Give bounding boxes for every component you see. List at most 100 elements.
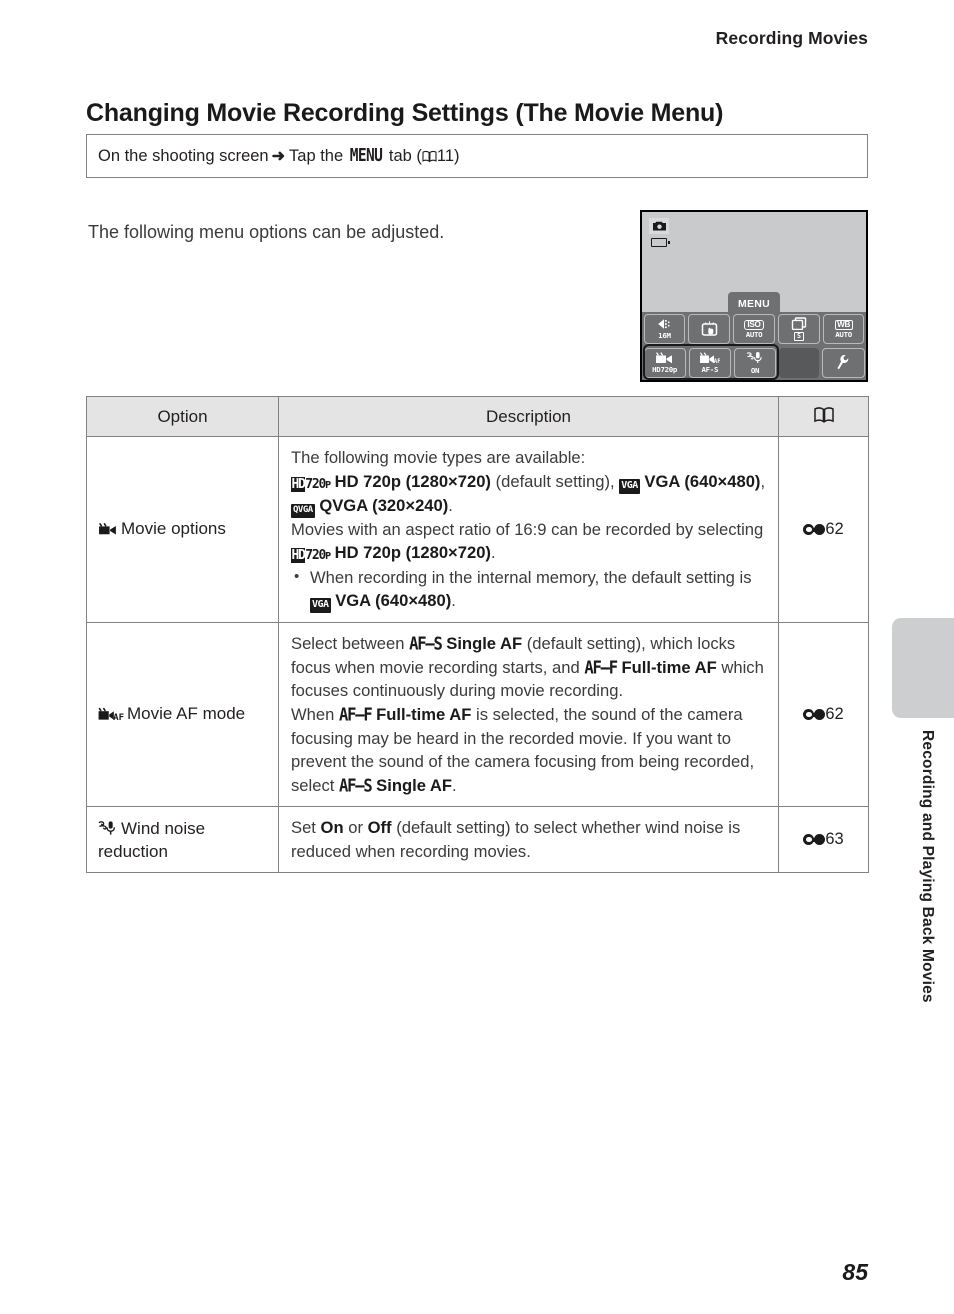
hd720p-bold-2: HD 720p (1280×720) (334, 543, 491, 563)
movie-camera-icon (98, 520, 118, 541)
camera-screen-live-view: MENU (642, 212, 866, 316)
qvga-period: . (448, 495, 453, 515)
camera-cell-blank (779, 348, 820, 378)
camera-icon (649, 218, 669, 234)
camera-cell-wind-noise[interactable]: ON (733, 348, 777, 378)
af-f-glyph: AF–F (338, 704, 373, 726)
bullet-dot: • (294, 567, 300, 585)
table-header-row: Option Description (86, 396, 869, 437)
header-description: Description (278, 396, 779, 437)
af-p1a: Select between (291, 634, 405, 654)
svg-text:AF: AF (113, 713, 124, 721)
running-head: Recording Movies (715, 28, 868, 48)
camera-screen-menu-bar: 16M ISO AUTO S WB AUTO HD720p AF AF-S ON (642, 312, 866, 380)
wind-noise-icon (746, 351, 764, 365)
bullet-1-bold: VGA (640×480) (335, 591, 452, 611)
period-2: . (490, 543, 496, 563)
camera-cell-movie-af[interactable]: AF AF-S (688, 348, 731, 378)
iso-icon: ISO (744, 319, 764, 330)
row-wind-noise-label-cell: Wind noise reduction (86, 806, 279, 874)
camera-cell-image-quality[interactable]: 16M (643, 314, 686, 344)
vga-bold: VGA (640×480) (644, 471, 761, 491)
movie-af-icon: AF (98, 705, 124, 726)
image-quality-icon (656, 318, 673, 331)
iso-value: AUTO (745, 329, 763, 339)
desc-line-3: Movies with an aspect ratio of 16:9 can … (291, 518, 766, 565)
header-reference (778, 396, 869, 437)
row-movie-options-reference: 62 (778, 435, 869, 624)
camera-cell-setup[interactable] (822, 348, 865, 378)
af-s-glyph: AF–S (409, 634, 443, 655)
wind-a: Set (291, 818, 316, 838)
qvga-badge: QVGA (291, 503, 315, 518)
camera-cell-movie-options[interactable]: HD720p (643, 348, 686, 378)
close-paren: ) (454, 146, 460, 165)
reference-page: 63 (825, 830, 844, 849)
e-reference-icon (803, 834, 826, 846)
vga-comma: , (760, 471, 766, 491)
wind-on-bold: On (320, 818, 344, 838)
af-fulltime-bold-2: Full-time AF (376, 704, 472, 724)
camera-cell-continuous[interactable]: S (777, 314, 820, 344)
row-movie-options-label-cell: Movie options (86, 435, 279, 624)
path-part-3: tab (388, 146, 412, 165)
vga-badge: VGA (619, 478, 640, 494)
bullet-1-period: . (451, 591, 456, 611)
camera-cell-iso[interactable]: ISO AUTO (733, 314, 775, 344)
af-p2a: When (291, 704, 335, 724)
white-balance-icon: WB (834, 319, 853, 330)
row-movie-af-description: Select between AF–S Single AF (default s… (278, 622, 779, 808)
bullet-1-lead: When recording in the internal memory, t… (310, 567, 752, 587)
row-movie-af-label: Movie AF mode (127, 704, 246, 724)
e-reference-icon (803, 524, 826, 536)
navigation-path-box: On the shooting screen ➜ Tap the MENU ta… (86, 134, 868, 178)
hd720p-default-note: (default setting), (495, 471, 615, 491)
row-wind-noise-reference: 63 (778, 806, 869, 874)
hd720p-badge: HD720P (291, 476, 331, 492)
reference-page: 62 (825, 705, 844, 724)
e-reference-icon (803, 709, 826, 721)
image-quality-value: 16M (658, 331, 671, 341)
table-row: AF Movie AF mode Select between AF–S Sin… (86, 622, 869, 808)
desc-line-2: HD720P HD 720p (1280×720) (default setti… (291, 470, 766, 518)
af-p2e: . (452, 775, 457, 795)
hd720p-bold: HD 720p (1280×720) (334, 471, 491, 491)
movie-camera-icon (655, 352, 674, 365)
bullet-1-text: When recording in the internal memory, t… (310, 566, 766, 614)
wind-off-bold: Off (367, 818, 392, 838)
row-wind-noise-label-line1: Wind noise (121, 818, 206, 838)
path-part-2: Tap the (289, 146, 344, 165)
aspect-ratio-text: Movies with an aspect ratio of 16:9 can … (291, 519, 764, 539)
camera-cell-white-balance[interactable]: WB AUTO (822, 314, 865, 344)
table-row: Wind noise reduction Set On or Off (defa… (86, 806, 869, 874)
section-vertical-title: Recording and Playing Back Movies (919, 730, 936, 1003)
svg-text:AF: AF (714, 358, 720, 364)
af-s-glyph: AF–S (338, 775, 373, 796)
intro-text: The following menu options can be adjust… (88, 222, 445, 242)
white-balance-value: AUTO (835, 329, 852, 339)
path-ref-page: 11 (436, 146, 455, 165)
vga-badge: VGA (310, 598, 331, 614)
desc-bullet-1: • When recording in the internal memory,… (291, 566, 766, 614)
row-movie-options-description: The following movie types are available:… (278, 435, 779, 624)
page-number: 85 (842, 1259, 868, 1285)
movie-af-icon: AF (699, 352, 722, 365)
camera-cell-touch-shutter[interactable] (688, 314, 731, 344)
wind-noise-value: ON (750, 365, 760, 375)
path-part-1: On the shooting screen (98, 146, 269, 165)
wind-b: or (348, 818, 363, 838)
movie-options-value: HD720p (652, 365, 678, 375)
continuous-shooting-value: S (793, 332, 804, 342)
af-single-bold-2: Single AF (376, 775, 453, 795)
row-wind-noise-label-line2: reduction (98, 841, 168, 861)
continuous-shooting-icon (791, 317, 807, 331)
qvga-bold: QVGA (320×240) (319, 495, 449, 515)
row-wind-noise-description: Set On or Off (default setting) to selec… (278, 806, 779, 874)
row-movie-af-label-cell: AF Movie AF mode (86, 622, 279, 808)
camera-menu-row-bottom: HD720p AF AF-S ON (642, 346, 866, 380)
right-arrow-icon: ➜ (271, 148, 286, 165)
camera-menu-row-top: 16M ISO AUTO S WB AUTO (642, 312, 866, 346)
open-book-icon (422, 150, 437, 165)
table-row: Movie options The following movie types … (86, 435, 869, 624)
open-book-icon (813, 406, 835, 426)
